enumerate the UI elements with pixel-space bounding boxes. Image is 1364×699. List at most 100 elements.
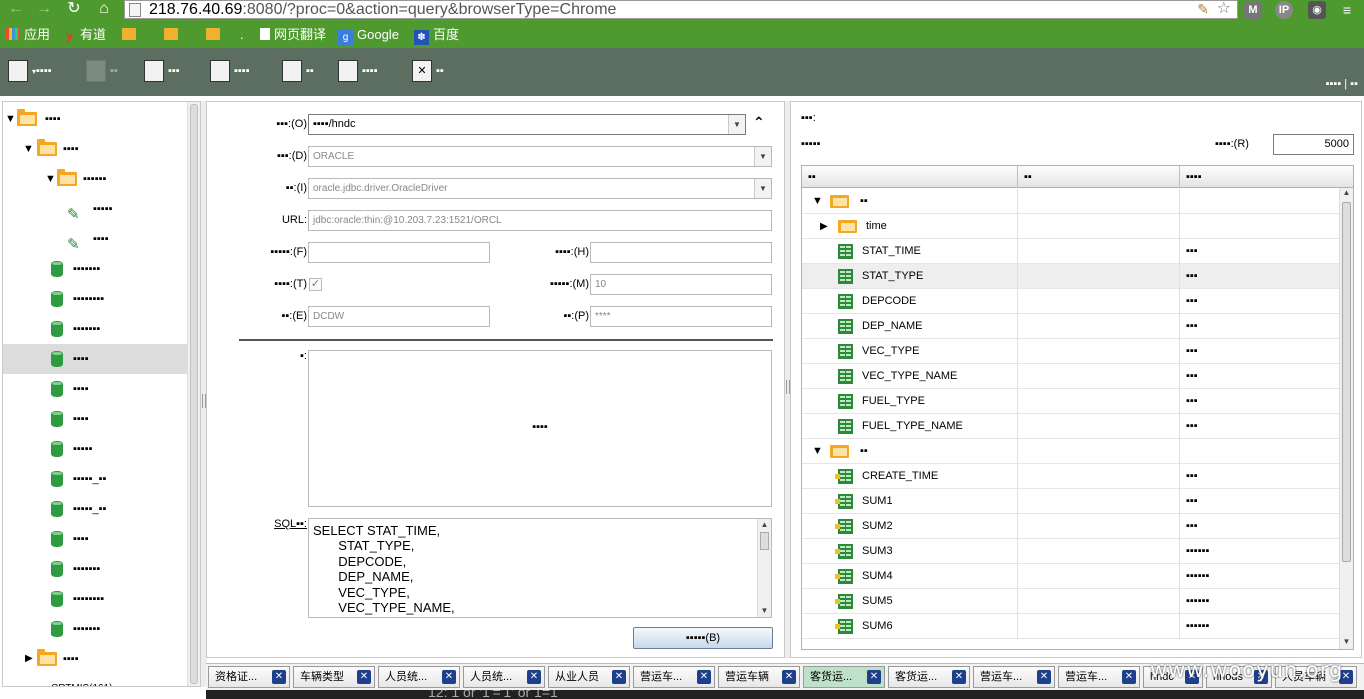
- chevron-down-icon[interactable]: ▼: [754, 147, 771, 166]
- driver-select[interactable]: oracle.jdbc.driver.OracleDriver ▼: [308, 178, 772, 199]
- tree-item[interactable]: ▪▪▪▪▪▪▪: [3, 614, 187, 644]
- m-field[interactable]: 10: [590, 274, 772, 295]
- bookmark-folder[interactable]: [206, 26, 224, 44]
- tree-item[interactable]: ▪▪▪▪: [3, 374, 187, 404]
- password-field[interactable]: ****: [590, 306, 772, 327]
- bookmark-baidu[interactable]: ✽ 百度: [414, 26, 459, 45]
- table-row[interactable]: FUEL_TYPE ▪▪▪: [802, 389, 1340, 414]
- table-row[interactable]: CREATE_TIME ▪▪▪: [802, 464, 1340, 489]
- close-icon[interactable]: ✕: [697, 670, 711, 684]
- table-row[interactable]: SUM3 ▪▪▪▪▪▪: [802, 539, 1340, 564]
- tree-item[interactable]: ▪▪▪▪: [3, 404, 187, 434]
- tree-scrollbar[interactable]: [187, 102, 200, 686]
- table-row[interactable]: STAT_TIME ▪▪▪: [802, 239, 1340, 264]
- columns-button[interactable]: ▪▪: [282, 58, 314, 84]
- dbtype-select[interactable]: ORACLE ▼: [308, 146, 772, 167]
- expand-triangle-icon[interactable]: ▼: [812, 439, 823, 464]
- close-icon[interactable]: ✕: [1122, 670, 1136, 684]
- expand-triangle-icon[interactable]: ▼: [45, 164, 56, 194]
- new-table-button[interactable]: ▾▪▪▪▪: [8, 58, 52, 84]
- bookmark-apps[interactable]: 应用: [6, 26, 50, 44]
- tree-item[interactable]: ▼ ▪▪▪▪▪▪: [3, 164, 187, 194]
- tree-item[interactable]: ⚭ CRTMIS(161): [3, 674, 187, 686]
- ip-icon[interactable]: IP: [1275, 1, 1293, 19]
- tables-area[interactable]: ▪▪▪▪: [308, 350, 772, 507]
- f-field[interactable]: [308, 242, 490, 263]
- scrollbar-thumb[interactable]: [190, 104, 198, 684]
- reload-icon[interactable]: ↻: [62, 0, 86, 20]
- table-row[interactable]: SUM1 ▪▪▪: [802, 489, 1340, 514]
- chevron-down-icon[interactable]: ▼: [728, 115, 745, 134]
- table-row[interactable]: SUM6 ▪▪▪▪▪▪: [802, 614, 1340, 639]
- table-row[interactable]: SUM4 ▪▪▪▪▪▪: [802, 564, 1340, 589]
- close-button[interactable]: ✕ ▪▪: [412, 58, 444, 84]
- close-icon[interactable]: ✕: [527, 670, 541, 684]
- close-icon[interactable]: ✕: [952, 670, 966, 684]
- document-tab-active[interactable]: 客货运... ✕: [803, 666, 885, 688]
- tree-item[interactable]: ▪▪▪▪▪: [3, 434, 187, 464]
- scroll-down-icon[interactable]: ▼: [1340, 637, 1353, 649]
- scroll-up-icon[interactable]: ▲: [758, 519, 771, 531]
- save-button[interactable]: ▪▪▪: [144, 58, 180, 84]
- tree-item[interactable]: ▪▪▪▪▪_▪▪: [3, 494, 187, 524]
- scroll-down-icon[interactable]: ▼: [758, 605, 771, 617]
- table-row[interactable]: VEC_TYPE ▪▪▪: [802, 339, 1340, 364]
- scrollbar-thumb[interactable]: [1342, 202, 1351, 562]
- table-row[interactable]: FUEL_TYPE_NAME ▪▪▪: [802, 414, 1340, 439]
- tree-item[interactable]: ▪▪▪▪▪▪▪: [3, 554, 187, 584]
- close-icon[interactable]: ✕: [867, 670, 881, 684]
- tree-item[interactable]: ▪▪▪▪▪▪▪▪: [3, 284, 187, 314]
- execute-query-button[interactable]: ▪▪▪▪▪(B): [633, 627, 773, 649]
- grid-scrollbar[interactable]: ▲ ▼: [1339, 188, 1353, 649]
- table-row[interactable]: STAT_TYPE ▪▪▪: [802, 264, 1340, 289]
- document-tab[interactable]: 营运车... ✕: [1058, 666, 1140, 688]
- translate-icon[interactable]: ✎: [1197, 1, 1209, 18]
- tree-item[interactable]: ▼ ▪▪▪▪: [3, 134, 187, 164]
- gmail-icon[interactable]: M: [1244, 1, 1262, 19]
- column-header[interactable]: ▪▪: [802, 166, 1018, 188]
- table-row[interactable]: SUM5 ▪▪▪▪▪▪: [802, 589, 1340, 614]
- home-icon[interactable]: ⌂: [92, 0, 116, 20]
- sql-editor[interactable]: SELECT STAT_TIME, STAT_TYPE, DEPCODE, DE…: [308, 518, 772, 618]
- tree-item[interactable]: ▪▪▪▪▪▪▪: [3, 254, 187, 284]
- tree-item[interactable]: ✎ ▪▪▪▪▪: [3, 194, 187, 224]
- close-icon[interactable]: ✕: [442, 670, 456, 684]
- forward-arrow-icon[interactable]: →: [32, 0, 56, 20]
- column-header[interactable]: ▪▪: [1018, 166, 1180, 188]
- datasource-select[interactable]: ▪▪▪▪/hndc ▼: [308, 114, 746, 135]
- tree-item[interactable]: ▪▪▪▪▪▪▪: [3, 314, 187, 344]
- close-icon[interactable]: ✕: [612, 670, 626, 684]
- bookmark-youdao[interactable]: y 有道: [66, 26, 106, 44]
- collapse-triangle-icon[interactable]: ▶: [820, 214, 828, 239]
- table-row[interactable]: ▶ time: [802, 214, 1340, 239]
- table-row[interactable]: SUM2 ▪▪▪: [802, 514, 1340, 539]
- close-icon[interactable]: ✕: [1037, 670, 1051, 684]
- bookmark-translate[interactable]: 网页翻译: [260, 26, 326, 44]
- document-tab[interactable]: 车辆类型 ✕: [293, 666, 375, 688]
- close-icon[interactable]: ✕: [357, 670, 371, 684]
- bookmark-dot[interactable]: .: [240, 26, 244, 44]
- star-icon[interactable]: ☆: [1217, 0, 1231, 17]
- h-field[interactable]: [590, 242, 772, 263]
- tree-item[interactable]: ▪▪▪▪: [3, 524, 187, 554]
- table-row[interactable]: VEC_TYPE_NAME ▪▪▪: [802, 364, 1340, 389]
- close-icon[interactable]: ✕: [782, 670, 796, 684]
- tree-item[interactable]: ▪▪▪▪▪▪▪▪: [3, 584, 187, 614]
- document-tab[interactable]: 营运车... ✕: [633, 666, 715, 688]
- bookmark-google[interactable]: g Google: [338, 26, 399, 45]
- bookmark-folder[interactable]: [122, 26, 140, 44]
- expand-triangle-icon[interactable]: ▼: [5, 104, 16, 134]
- table-row[interactable]: ▼ ▪▪: [802, 189, 1340, 214]
- t-checkbox[interactable]: ✓: [309, 278, 322, 291]
- collapse-triangle-icon[interactable]: ▶: [25, 644, 33, 674]
- document-tab[interactable]: 人员统... ✕: [463, 666, 545, 688]
- camera-icon[interactable]: ◉: [1308, 1, 1326, 19]
- url-field[interactable]: jdbc:oracle:thin:@10.203.7.23:1521/ORCL: [308, 210, 772, 231]
- tree-item[interactable]: ✎ ▪▪▪▪: [3, 224, 187, 254]
- address-bar[interactable]: 218.76.40.69:8080/?proc=0&action=query&b…: [124, 0, 1238, 19]
- document-tab[interactable]: 人员统... ✕: [378, 666, 460, 688]
- tree-item-selected[interactable]: ▪▪▪▪: [3, 344, 187, 374]
- scroll-up-icon[interactable]: ▲: [1340, 188, 1353, 200]
- document-tab[interactable]: 客货运... ✕: [888, 666, 970, 688]
- column-header[interactable]: ▪▪▪▪: [1180, 166, 1353, 188]
